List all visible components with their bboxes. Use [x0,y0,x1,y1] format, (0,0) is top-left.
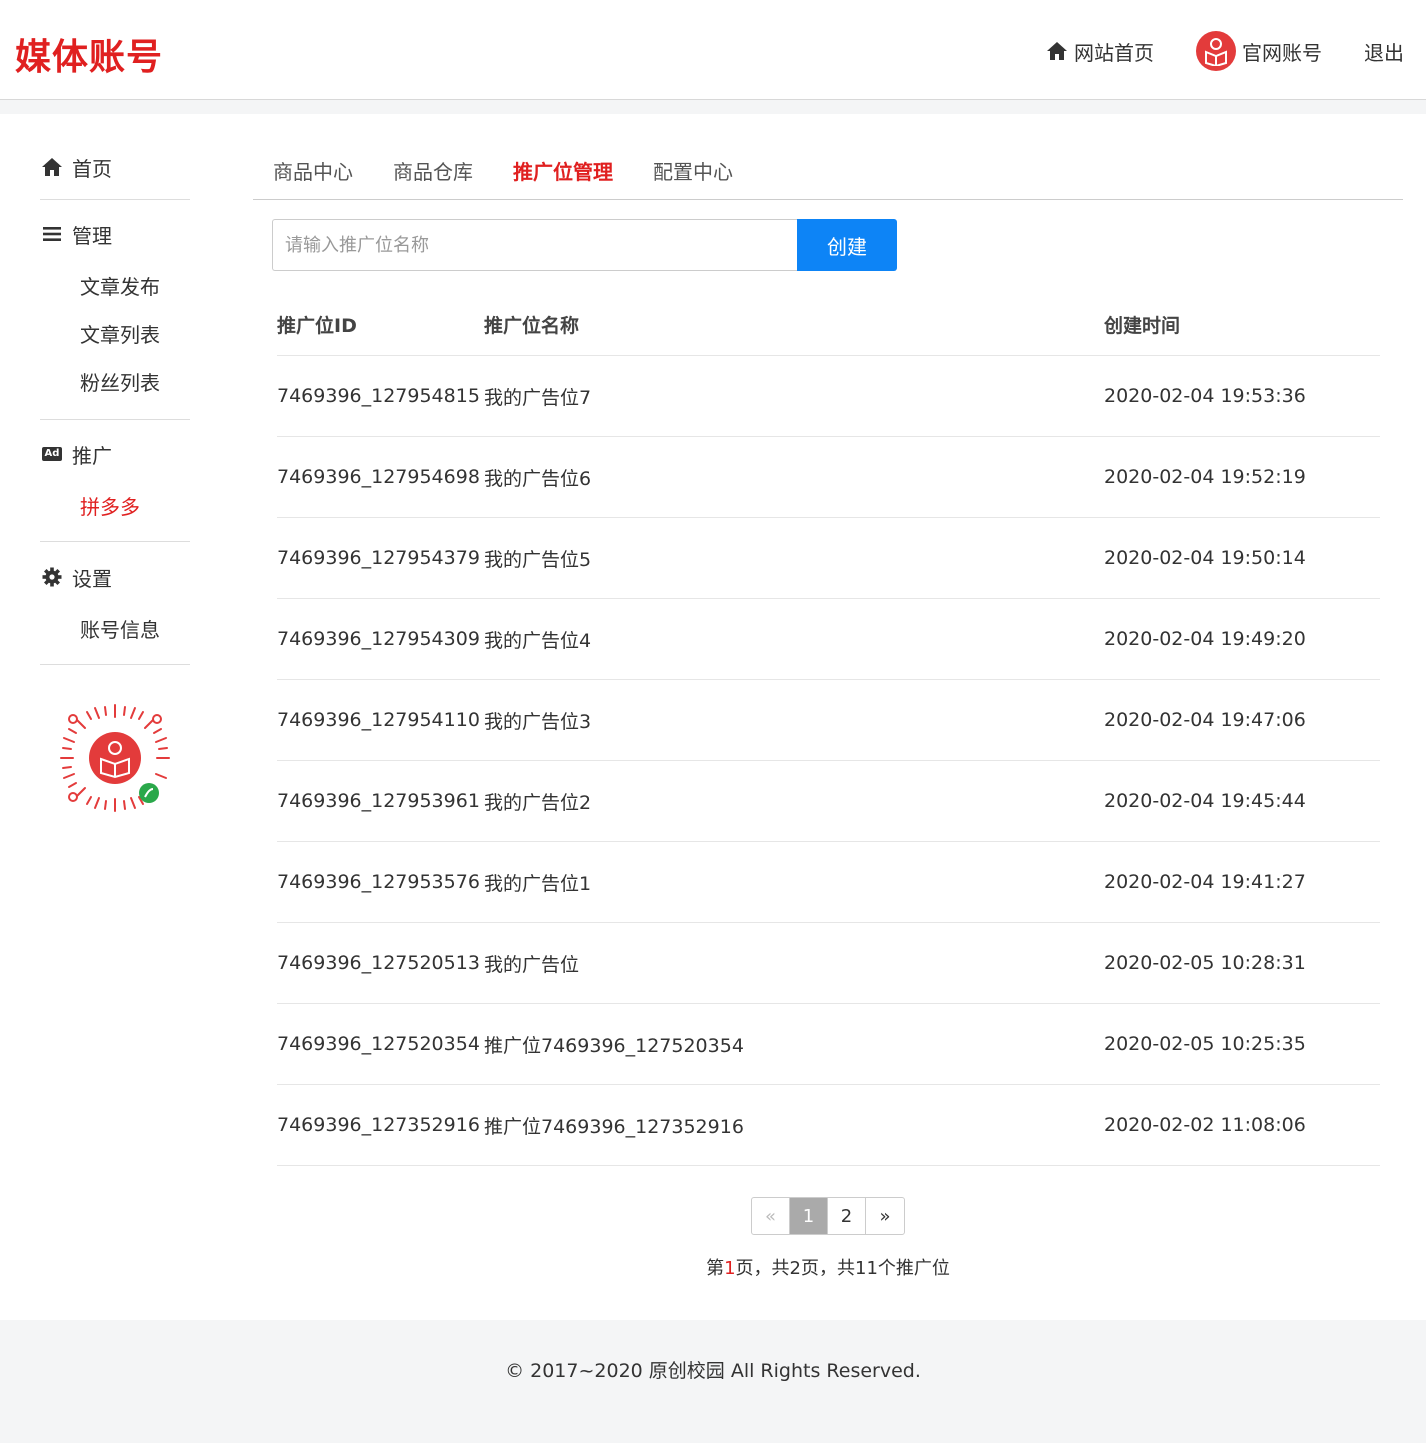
table-row: 7469396_127953576 我的广告位1 2020-02-04 19:41:… [277,842,1380,923]
sidebar-item-account-info[interactable]: 账号信息 [40,604,190,652]
mini-program-qr-code [40,703,190,813]
cell-created-time: 2020-02-04 19:53:36 [1104,385,1306,407]
tab-promotion-slot-management[interactable]: 推广位管理 [513,140,613,200]
cell-created-time: 2020-02-02 11:08:06 [1104,1114,1306,1136]
sidebar-item-fans-list[interactable]: 粉丝列表 [40,357,190,405]
cell-slot-name: 我的广告位 [484,953,580,976]
table-row: 7469396_127520513 我的广告位 2020-02-05 10:28:3… [277,923,1380,1004]
cell-slot-name: 我的广告位1 [484,872,592,895]
table-row: 7469396_127954698 我的广告位6 2020-02-04 19:52:… [277,437,1380,518]
pagination-page-2[interactable]: 2 [828,1198,866,1234]
sidebar-section-promote: Ad 推广 [40,434,190,474]
cell-created-time: 2020-02-04 19:52:19 [1104,466,1306,488]
cell-slot-id: 7469396_127520513 [277,952,480,974]
cell-slot-id: 7469396_127954698 [277,466,480,488]
sidebar-section-settings: 设置 [40,557,190,597]
cell-slot-name: 推广位7469396_127520354 [484,1034,744,1057]
cell-created-time: 2020-02-04 19:50:14 [1104,547,1306,569]
sidebar-item-label: 首页 [72,156,112,181]
sidebar-item-home[interactable]: 首页 [40,147,190,187]
cell-slot-name: 我的广告位3 [484,710,592,733]
column-header-id: 推广位ID [277,315,357,337]
table-row: 7469396_127953961 我的广告位2 2020-02-04 19:45:… [277,761,1380,842]
cell-created-time: 2020-02-04 19:41:27 [1104,871,1306,893]
cell-slot-name: 我的广告位5 [484,548,592,571]
tab-product-warehouse[interactable]: 商品仓库 [393,140,473,200]
header-divider-band [0,100,1426,114]
site-home-link[interactable]: 网站首页 [1046,37,1154,66]
content-tabs: 商品中心 商品仓库 推广位管理 配置中心 [253,140,1403,200]
promotion-slot-name-input[interactable] [272,219,797,271]
table-row: 7469396_127954379 我的广告位5 2020-02-04 19:50:… [277,518,1380,599]
pagination-info-current: 1 [724,1258,736,1279]
sidebar-section-label: 设置 [72,566,112,591]
pagination-prev-button[interactable]: « [752,1198,790,1234]
cell-created-time: 2020-02-04 19:45:44 [1104,790,1306,812]
official-account-label: 官网账号 [1242,40,1322,65]
cell-created-time: 2020-02-05 10:25:35 [1104,1033,1306,1055]
pagination: « 1 2 » [751,1197,905,1235]
cell-slot-id: 7469396_127953961 [277,790,480,812]
official-account-link[interactable]: 官网账号 [1196,31,1322,71]
sidebar-item-article-publish[interactable]: 文章发布 [40,261,190,309]
sidebar: 首页 管理 文章发布 文章列表 粉丝列表 Ad 推广 拼多多 设置 账号信息 [40,114,190,813]
table-body: 7469396_127954815 我的广告位7 2020-02-04 19:53:… [277,356,1380,1166]
cell-slot-name: 我的广告位6 [484,467,592,490]
home-icon [40,157,64,177]
cell-slot-id: 7469396_127352916 [277,1114,480,1136]
cell-slot-name: 我的广告位2 [484,791,592,814]
sidebar-item-article-list[interactable]: 文章列表 [40,309,190,357]
cell-created-time: 2020-02-04 19:47:06 [1104,709,1306,731]
pagination-next-button[interactable]: » [866,1198,904,1234]
cell-slot-name: 推广位7469396_127352916 [484,1115,744,1138]
table-row: 7469396_127954815 我的广告位7 2020-02-04 19:53:… [277,356,1380,437]
brand-title[interactable]: 媒体账号 [15,28,163,80]
qr-code-icon [60,704,170,812]
cell-slot-name: 我的广告位4 [484,629,592,652]
home-icon [1046,41,1068,61]
cell-slot-id: 7469396_127954110 [277,709,480,731]
pagination-info: 第1页，共2页，共11个推广位 [0,1254,1426,1280]
pagination-info-prefix: 第 [706,1258,725,1279]
sidebar-section-label: 推广 [72,443,112,468]
logout-label: 退出 [1364,40,1404,65]
pagination-page-1[interactable]: 1 [790,1198,828,1234]
cell-slot-id: 7469396_127954309 [277,628,480,650]
menu-icon [40,226,64,242]
table-header: 推广位ID 推广位名称 创建时间 [277,294,1380,356]
promotion-slot-table: 推广位ID 推广位名称 创建时间 7469396_127954815 我的广告位7… [277,294,1380,1166]
gear-icon [40,567,64,587]
avatar [1196,31,1236,71]
page-footer: © 2017~2020 原创校园 All Rights Reserved. [0,1320,1426,1443]
table-row: 7469396_127954309 我的广告位4 2020-02-04 19:49:… [277,599,1380,680]
cell-created-time: 2020-02-05 10:28:31 [1104,952,1306,974]
top-nav: 网站首页 官网账号 退出 [1004,28,1404,74]
cell-slot-name: 我的广告位7 [484,386,592,409]
table-row: 7469396_127954110 我的广告位3 2020-02-04 19:47:… [277,680,1380,761]
top-header: 媒体账号 网站首页 官网账号 退出 [0,0,1426,100]
cell-slot-id: 7469396_127954379 [277,547,480,569]
column-header-created-time: 创建时间 [1104,315,1181,337]
cell-created-time: 2020-02-04 19:49:20 [1104,628,1306,650]
user-reading-icon [1205,38,1227,66]
tab-config-center[interactable]: 配置中心 [653,140,733,200]
sidebar-section-manage: 管理 [40,214,190,254]
table-row: 7469396_127520354 推广位7469396_127520354 202… [277,1004,1380,1085]
site-home-label: 网站首页 [1074,40,1154,65]
logout-link[interactable]: 退出 [1364,37,1404,66]
tab-product-center[interactable]: 商品中心 [273,140,353,200]
cell-slot-id: 7469396_127954815 [277,385,480,407]
sidebar-section-label: 管理 [72,223,112,248]
cell-slot-id: 7469396_127953576 [277,871,480,893]
footer-copyright: © 2017~2020 原创校园 All Rights Reserved. [505,1360,921,1382]
table-row: 7469396_127352916 推广位7469396_127352916 202… [277,1085,1380,1166]
cell-slot-id: 7469396_127520354 [277,1033,480,1055]
ad-icon: Ad [40,447,64,461]
column-header-name: 推广位名称 [484,315,580,337]
sidebar-item-pinduoduo[interactable]: 拼多多 [40,481,190,529]
pagination-info-suffix: 页，共2页，共11个推广位 [735,1258,950,1279]
create-button[interactable]: 创建 [797,219,897,271]
